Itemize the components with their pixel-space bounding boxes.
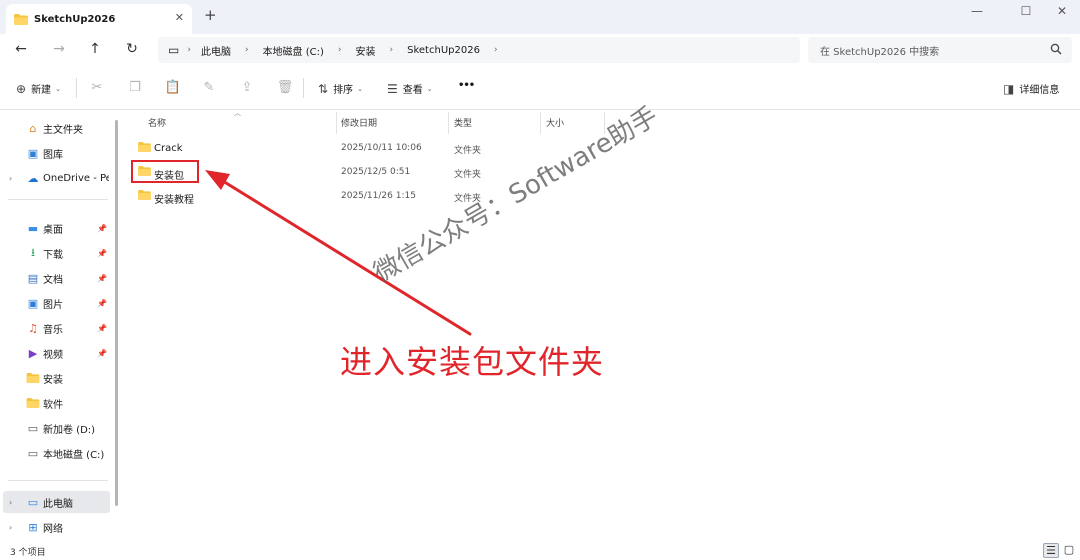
status-bar: 3 个项目 ☰ ▢ [0,542,1080,560]
details-view-icon[interactable]: ☰ [1043,543,1059,558]
annotation-text: 进入安装包文件夹 [340,343,605,381]
tiles-view-icon[interactable]: ▢ [1061,543,1077,558]
item-count: 3 个项目 [10,548,46,558]
annotation-arrow [205,170,472,336]
